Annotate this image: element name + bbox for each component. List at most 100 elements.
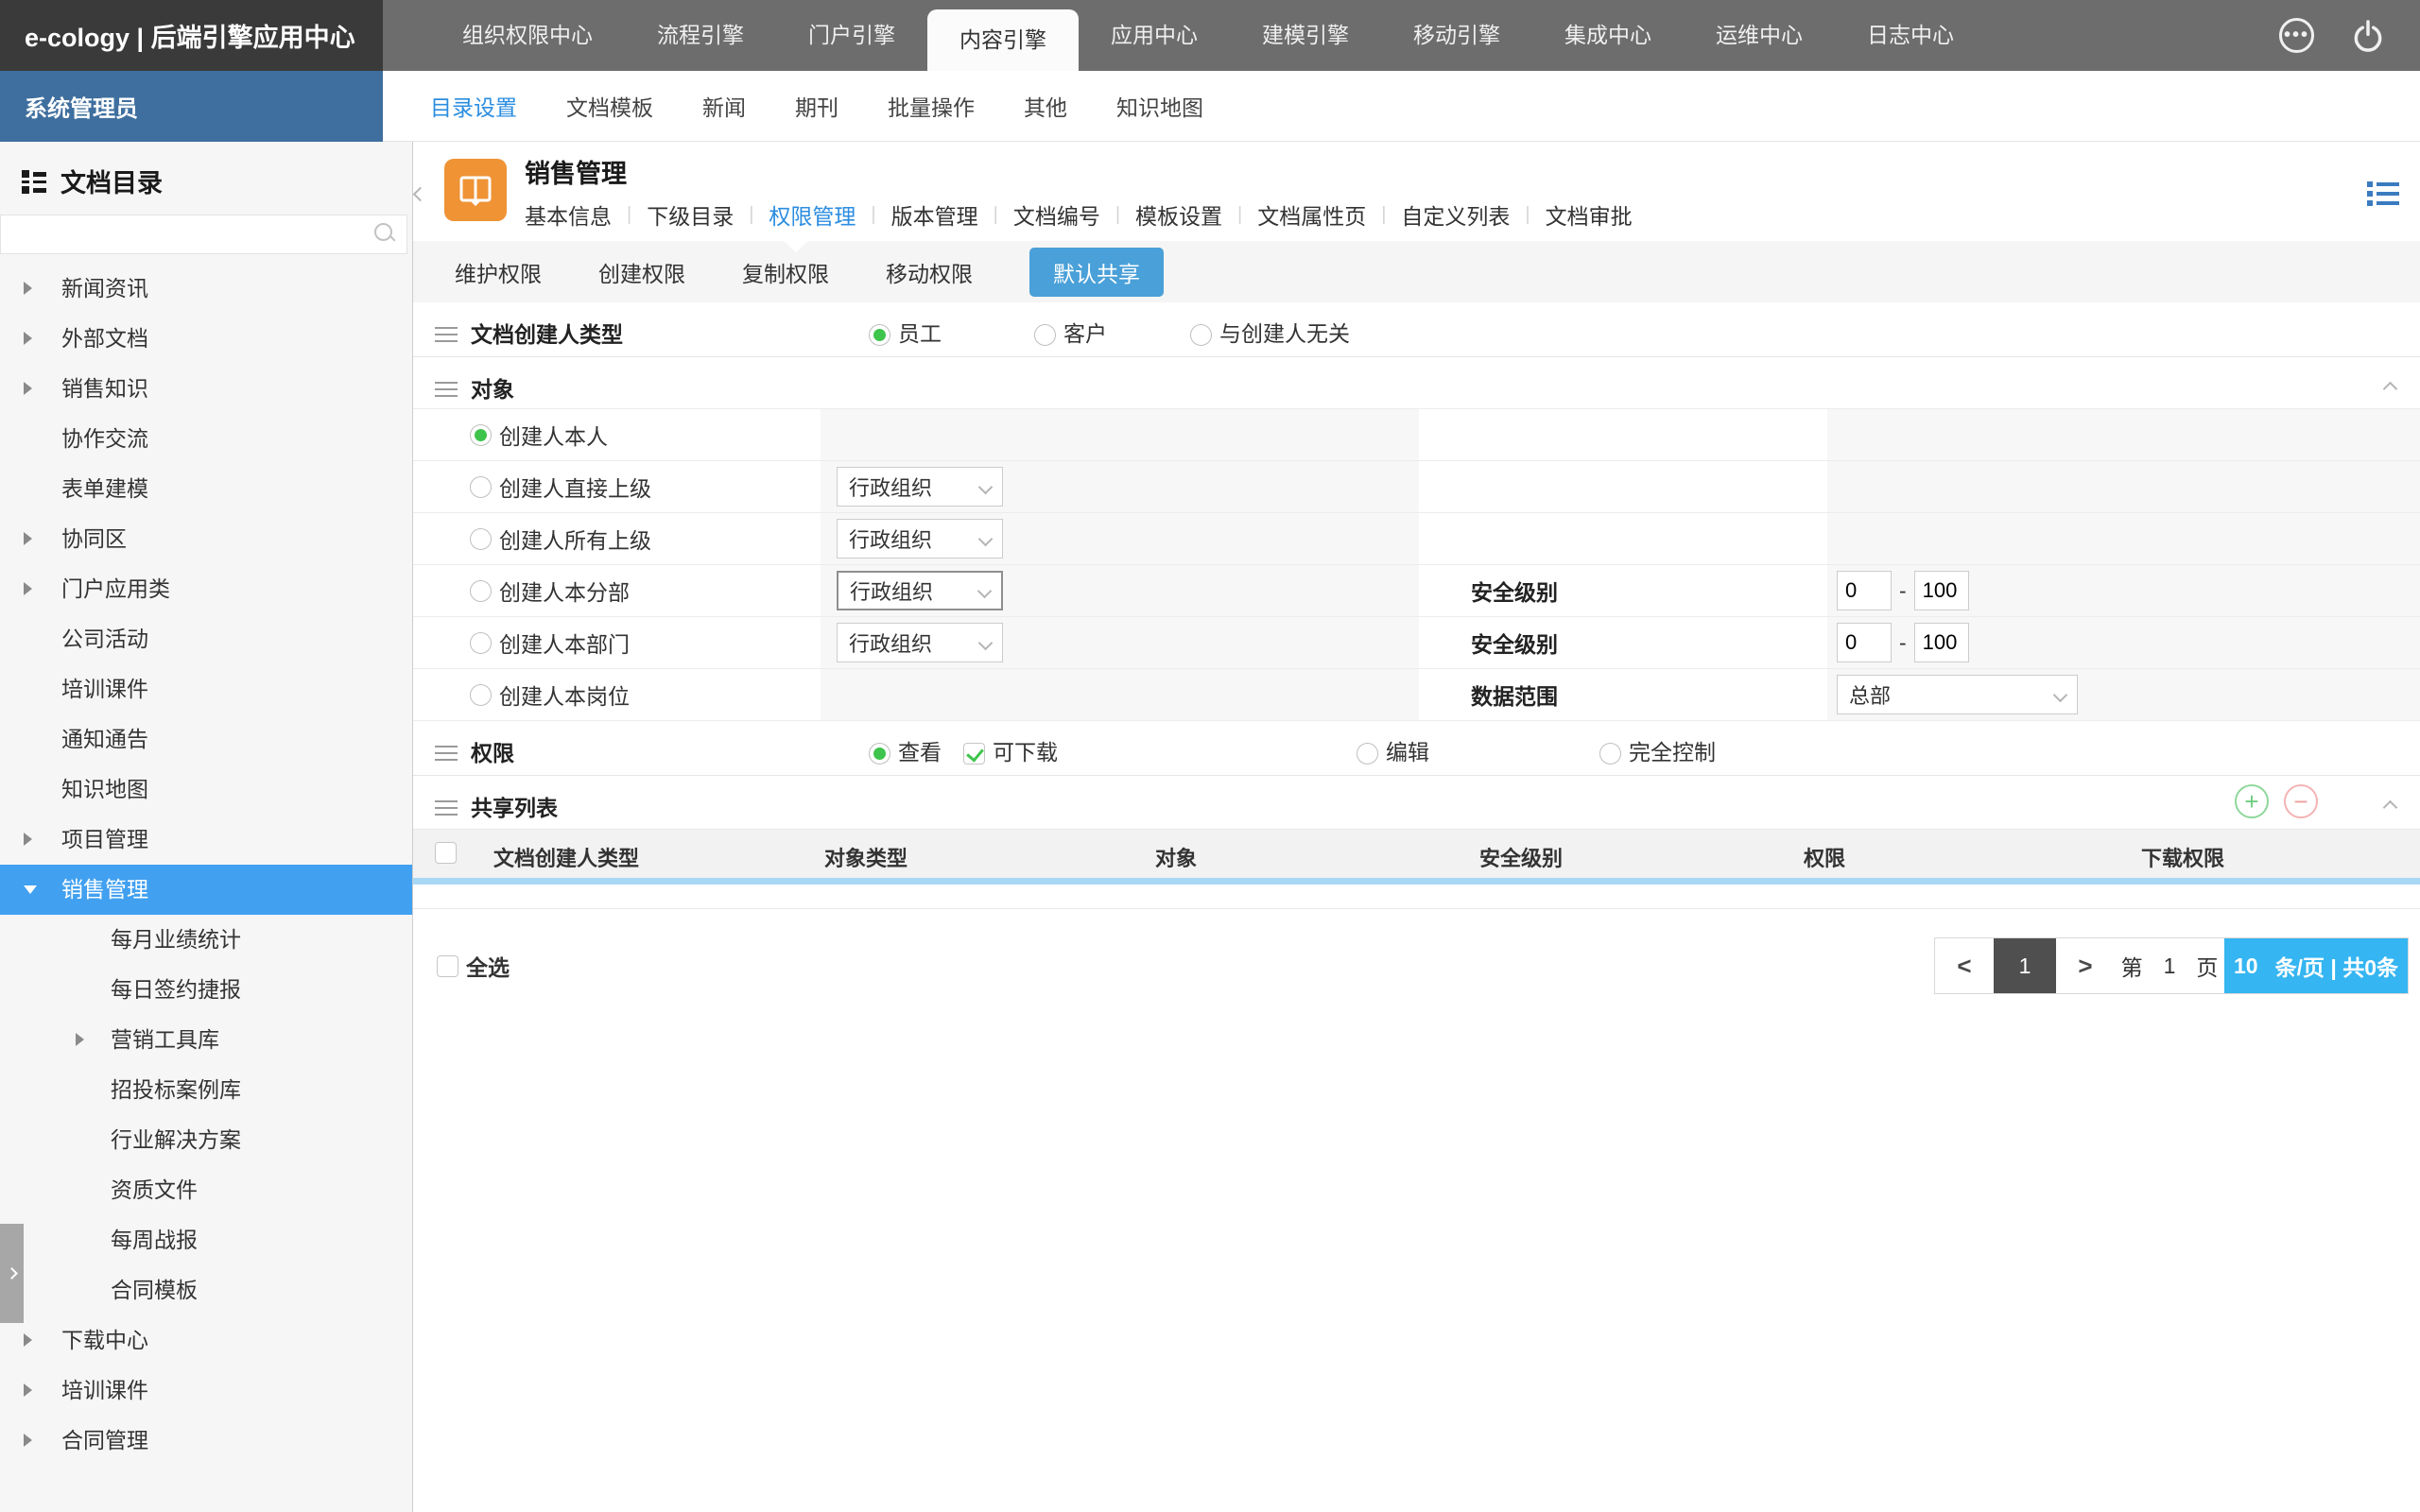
topnav-tab[interactable]: 日志中心 [1835,0,1986,71]
remove-row-button[interactable]: − [2284,784,2318,818]
permission-subtab[interactable]: 移动权限 [886,256,973,288]
tree-item[interactable]: 合同模板 [0,1265,412,1315]
page-jump-input[interactable]: 1 [2164,954,2176,979]
tree-item[interactable]: 培训课件 [0,664,412,714]
checkbox-option[interactable]: 可下载 [963,734,1058,766]
org-type-select[interactable]: 行政组织 [837,467,1003,507]
detail-tab[interactable]: 基本信息 [525,198,612,231]
drag-handle-icon[interactable] [435,800,458,816]
collapse-section-button[interactable] [2382,793,2398,818]
subnav-item[interactable]: 其他 [1024,90,1067,122]
sidebar-collapse-button[interactable] [412,180,428,205]
org-type-select[interactable]: 行政组织 [837,519,1003,558]
subnav-item[interactable]: 批量操作 [888,90,975,122]
subnav-item[interactable]: 新闻 [702,90,746,122]
radio-icon[interactable] [1034,324,1056,346]
tree-item[interactable]: 项目管理 [0,815,412,865]
collapsed-arrow-icon[interactable] [24,582,32,595]
tree-item[interactable]: 每月业绩统计 [0,915,412,965]
topnav-tab[interactable]: 门户引擎 [776,0,927,71]
radio-icon[interactable] [869,743,890,765]
collapsed-arrow-icon[interactable] [24,382,32,395]
radio-icon[interactable] [470,579,492,602]
tree-item[interactable]: 协同区 [0,514,412,564]
subnav-item[interactable]: 目录设置 [430,90,517,122]
detail-tab[interactable]: 文档属性页 [1257,198,1366,231]
prev-page-button[interactable]: < [1935,938,1994,993]
security-max-input[interactable] [1913,571,1969,610]
collapsed-arrow-icon[interactable] [24,332,32,345]
topnav-tab[interactable]: 移动引擎 [1381,0,1532,71]
search-input[interactable] [0,215,407,254]
topnav-tab[interactable]: 流程引擎 [625,0,776,71]
tree-item[interactable]: 下载中心 [0,1315,412,1366]
radio-icon[interactable] [470,683,492,706]
tree-item[interactable]: 公司活动 [0,614,412,664]
collapsed-arrow-icon[interactable] [24,833,32,846]
radio-option[interactable]: 与创建人无关 [1190,316,1350,348]
detail-tab[interactable]: 文档编号 [1013,198,1100,231]
tree-item[interactable]: 每周战报 [0,1215,412,1265]
topnav-tab[interactable]: 建模引擎 [1230,0,1381,71]
tree-item[interactable]: 门户应用类 [0,564,412,614]
radio-icon[interactable] [470,475,492,498]
security-min-input[interactable] [1837,571,1892,610]
detail-tab[interactable]: 下级目录 [647,198,734,231]
topnav-tab[interactable]: 运维中心 [1684,0,1835,71]
radio-icon[interactable] [1190,324,1212,346]
tree-item[interactable]: 合同管理 [0,1416,412,1466]
radio-option[interactable]: 客户 [1034,316,1107,348]
radio-icon[interactable] [1599,743,1621,765]
tree-item[interactable]: 培训课件 [0,1366,412,1416]
topnav-tab[interactable]: 组织权限中心 [430,0,625,71]
security-min-input[interactable] [1837,623,1892,662]
panel-expand-handle[interactable] [0,1224,24,1323]
radio-option[interactable]: 查看 [869,734,942,766]
current-page-button[interactable]: 1 [1994,938,2056,993]
tree-item[interactable]: 销售知识 [0,364,412,414]
permission-subtab[interactable]: 复制权限 [742,256,829,288]
data-scope-select[interactable]: 总部 [1837,675,2078,714]
permission-subtab[interactable]: 维护权限 [455,256,542,288]
org-type-select[interactable]: 行政组织 [837,571,1003,610]
radio-option[interactable]: 完全控制 [1599,734,1716,766]
subnav-item[interactable]: 文档模板 [566,90,653,122]
topnav-tab[interactable]: 内容引擎 [927,9,1079,71]
tree-item[interactable]: 外部文档 [0,314,412,364]
tree-item[interactable]: 表单建模 [0,464,412,514]
permission-subtab[interactable]: 默认共享 [1029,247,1164,297]
tree-item[interactable]: 新闻资讯 [0,264,412,314]
select-all[interactable]: 全选 [437,950,510,982]
drag-handle-icon[interactable] [435,746,458,762]
drag-handle-icon[interactable] [435,382,458,398]
subnav-item[interactable]: 期刊 [795,90,838,122]
search-icon[interactable] [373,222,396,245]
radio-icon[interactable] [470,631,492,654]
radio-icon[interactable] [470,527,492,550]
list-view-icon[interactable] [2367,180,2399,214]
tree-item[interactable]: 资质文件 [0,1165,412,1215]
add-row-button[interactable]: + [2235,784,2269,818]
tree-item[interactable]: 招投标案例库 [0,1065,412,1115]
radio-icon[interactable] [1357,743,1378,765]
collapsed-arrow-icon[interactable] [24,1383,32,1397]
radio-icon[interactable] [470,423,492,446]
power-icon[interactable] [2350,18,2386,54]
select-all-checkbox[interactable] [437,954,458,977]
tree-item[interactable]: 每日签约捷报 [0,965,412,1015]
detail-tab[interactable]: 权限管理 [769,198,856,231]
tree-item[interactable]: 通知通告 [0,714,412,765]
page-size-button[interactable]: 10 条/页 | 共0条 [2224,938,2408,993]
radio-icon[interactable] [869,324,890,346]
tree-item[interactable]: 销售管理 [0,865,412,915]
detail-tab[interactable]: 自定义列表 [1401,198,1510,231]
detail-tab[interactable]: 文档审批 [1546,198,1633,231]
tree-item[interactable]: 协作交流 [0,414,412,464]
detail-tab[interactable]: 版本管理 [891,198,978,231]
more-icon[interactable]: ••• [2279,18,2314,53]
permission-subtab[interactable]: 创建权限 [598,256,685,288]
tree-item[interactable]: 知识地图 [0,765,412,815]
tree-item[interactable]: 营销工具库 [0,1015,412,1065]
subnav-item[interactable]: 知识地图 [1116,90,1203,122]
collapsed-arrow-icon[interactable] [24,1434,32,1447]
